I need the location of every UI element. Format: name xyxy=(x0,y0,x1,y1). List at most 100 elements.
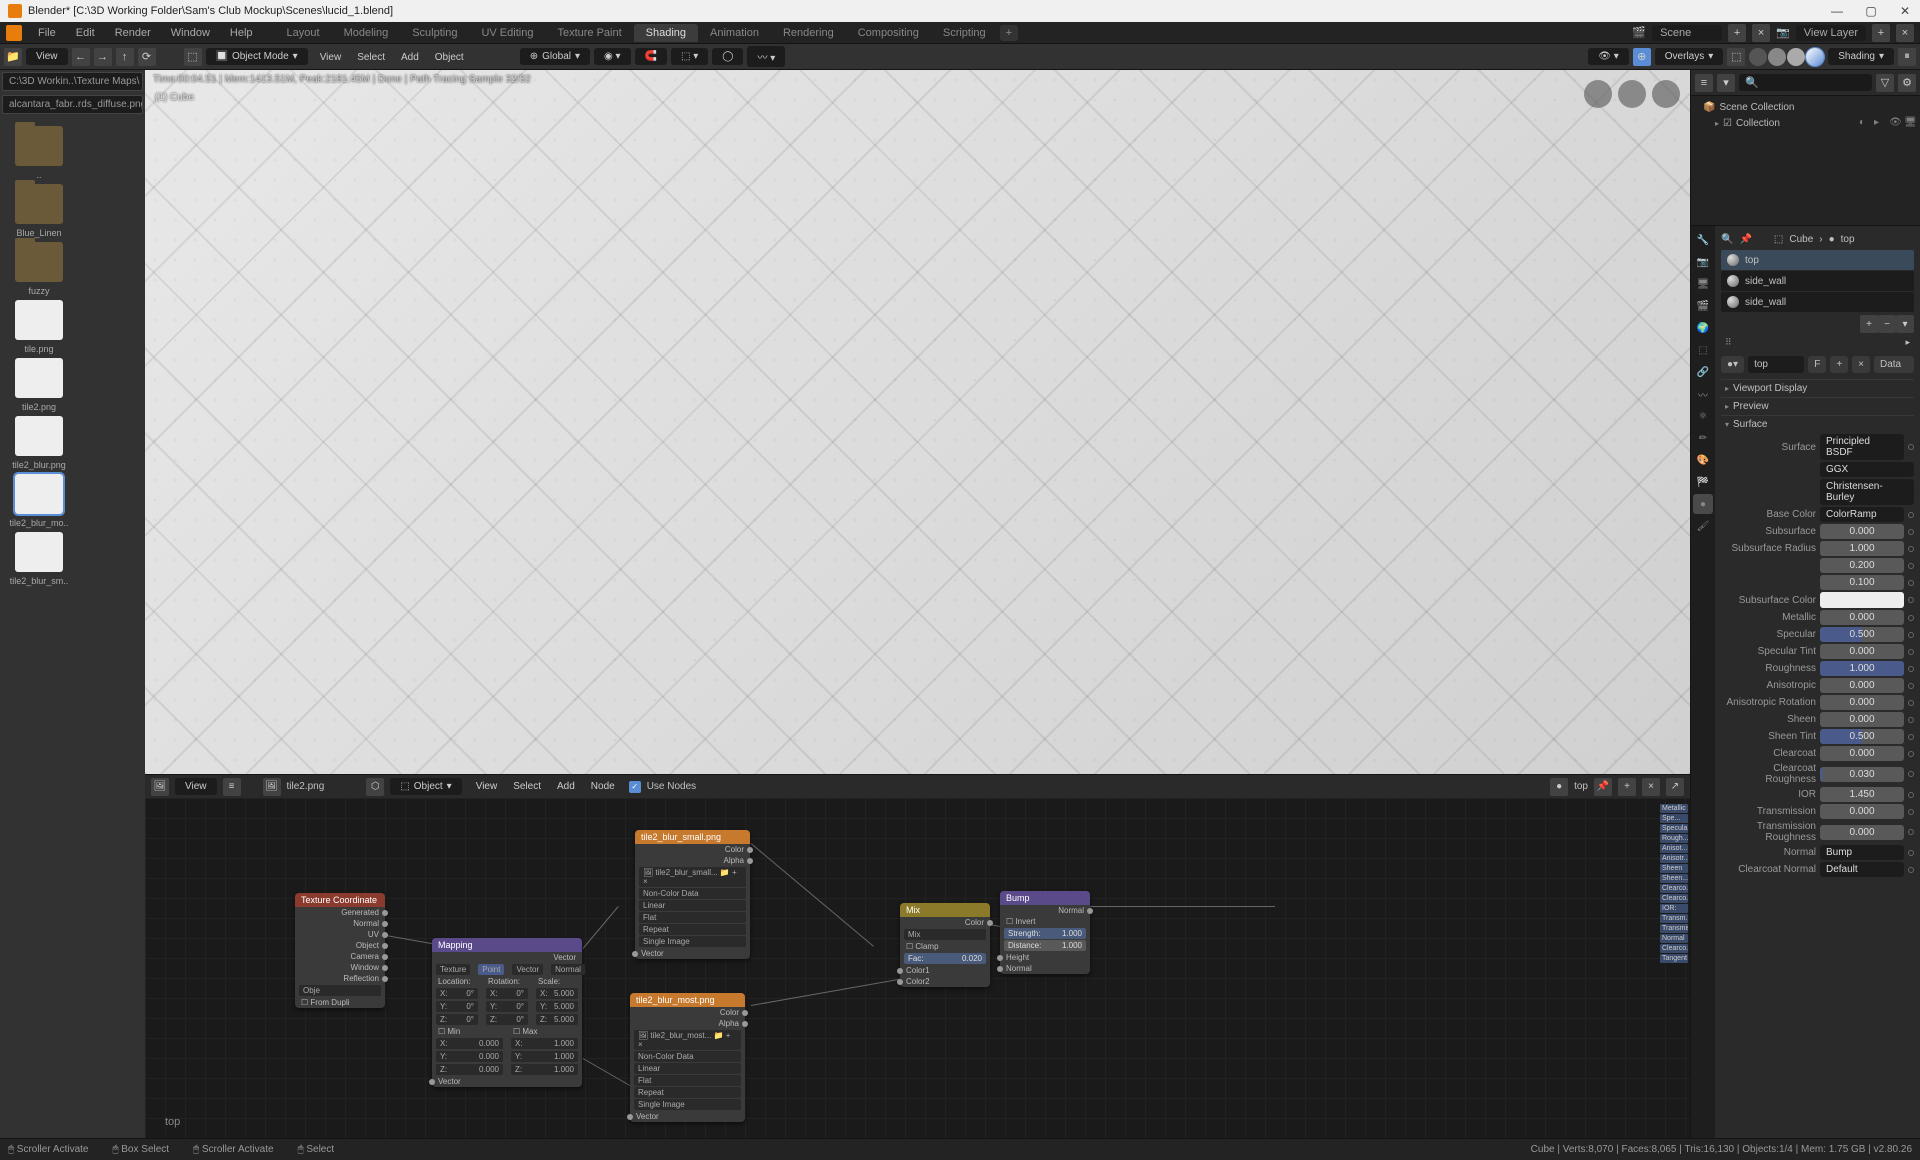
outliner[interactable]: 📦Scene Collection ▸☑Collection ◐ ▸ 👁 🖥 xyxy=(1691,96,1920,226)
nav-back-button[interactable]: ← xyxy=(72,48,90,66)
mat-name-field[interactable]: top xyxy=(1748,356,1804,373)
node-parent-button[interactable]: ↗ xyxy=(1666,778,1684,796)
file-item[interactable]: tile2_blur_mo.. xyxy=(6,474,72,528)
pause-render-button[interactable]: ⏸ xyxy=(1898,48,1916,66)
viewlayer-add-button[interactable]: + xyxy=(1872,24,1890,42)
3d-viewport[interactable]: Time:00:04.51 | Mem:1413.51M, Peak:2181.… xyxy=(145,70,1690,774)
prop-value[interactable]: 0.100 xyxy=(1820,575,1904,590)
zoom-gizmo-icon[interactable] xyxy=(1652,80,1680,108)
search-icon[interactable]: 🔍 xyxy=(1721,234,1733,245)
mat-menu-button[interactable]: ▾ xyxy=(1896,315,1914,333)
shader-type-button[interactable]: ● xyxy=(1550,778,1568,796)
visibility-dropdown[interactable]: 👁 ▾ xyxy=(1588,48,1629,65)
node-material-field[interactable]: top xyxy=(1574,781,1588,792)
pivot-dropdown[interactable]: ◉ ▾ xyxy=(594,48,631,65)
basecolor-dropdown[interactable]: ColorRamp xyxy=(1820,507,1904,522)
viewport-menu-object[interactable]: Object xyxy=(427,49,472,66)
proportional-toggle[interactable]: ◯ xyxy=(712,48,743,65)
prop-slider[interactable]: 0.000 xyxy=(1820,524,1904,539)
prop-tab-0[interactable]: 🔧 xyxy=(1693,230,1713,250)
node-object-dropdown[interactable]: ⬚ Object ▾ xyxy=(390,778,461,795)
file-path-2[interactable]: alcantara_fabr..rds_diffuse.png xyxy=(2,95,143,114)
node-menu-view[interactable]: View xyxy=(468,778,506,795)
file-item[interactable]: tile.png xyxy=(6,300,72,354)
scene-remove-button[interactable]: × xyxy=(1752,24,1770,42)
shading-solid-button[interactable] xyxy=(1768,48,1786,66)
snap-toggle[interactable]: 🧲 xyxy=(635,48,667,65)
prop-tab-3[interactable]: 🎬 xyxy=(1693,296,1713,316)
camera-gizmo-icon[interactable] xyxy=(1584,80,1612,108)
breadcrumb-cube[interactable]: Cube xyxy=(1789,234,1813,245)
distribution-dropdown[interactable]: GGX xyxy=(1820,462,1914,477)
prop-slider[interactable]: 0.000 xyxy=(1820,644,1904,659)
tab-animation[interactable]: Animation xyxy=(698,24,771,42)
prop-dropdown[interactable]: Default xyxy=(1820,862,1904,877)
prop-tab-9[interactable]: ✏ xyxy=(1693,428,1713,448)
minimize-button[interactable]: — xyxy=(1830,4,1844,18)
outliner-scene-collection[interactable]: 📦Scene Collection xyxy=(1695,100,1916,115)
add-workspace-button[interactable]: + xyxy=(1000,25,1018,41)
prop-slider[interactable]: 0.000 xyxy=(1820,804,1904,819)
prop-slider[interactable]: 0.000 xyxy=(1820,746,1904,761)
viewport-menu-view[interactable]: View xyxy=(312,49,350,66)
xray-toggle[interactable]: ⬚ xyxy=(1727,48,1745,66)
pan-gizmo-icon[interactable] xyxy=(1618,80,1646,108)
prop-slider[interactable]: 0.500 xyxy=(1820,729,1904,744)
panel-surface[interactable]: ▾Surface xyxy=(1721,415,1914,433)
file-item[interactable]: .. xyxy=(6,126,72,180)
file-item[interactable]: fuzzy xyxy=(6,242,72,296)
prop-value[interactable]: 0.200 xyxy=(1820,558,1904,573)
prop-tab-11[interactable]: 🏁 xyxy=(1693,472,1713,492)
snap-dropdown[interactable]: ⬚ ▾ xyxy=(671,48,708,65)
menu-file[interactable]: File xyxy=(28,25,66,41)
mat-expand-icon[interactable]: ▸ xyxy=(1905,337,1910,347)
prop-tab-12[interactable]: ● xyxy=(1693,494,1713,514)
tab-compositing[interactable]: Compositing xyxy=(846,24,931,42)
hide-icon[interactable]: 👁 xyxy=(1889,117,1901,129)
material-slot[interactable]: side_wall xyxy=(1721,271,1914,291)
shading-wireframe-button[interactable] xyxy=(1749,48,1767,66)
outliner-options-button[interactable]: ⚙ xyxy=(1898,74,1916,92)
viewlayer-remove-button[interactable]: × xyxy=(1896,24,1914,42)
mat-add-button[interactable]: + xyxy=(1860,315,1878,333)
nav-forward-button[interactable]: → xyxy=(94,48,112,66)
mat-new-button[interactable]: + xyxy=(1830,356,1848,373)
pin-button[interactable]: 📌 xyxy=(1594,778,1612,796)
node-menu-node[interactable]: Node xyxy=(583,778,623,795)
menu-window[interactable]: Window xyxy=(161,25,220,41)
image-name-field[interactable]: tile2.png xyxy=(287,781,325,792)
shading-options-dropdown[interactable]: Shading ▾ xyxy=(1828,48,1894,65)
menu-render[interactable]: Render xyxy=(105,25,161,41)
panel-preview[interactable]: ▸Preview xyxy=(1721,397,1914,415)
tab-modeling[interactable]: Modeling xyxy=(332,24,401,42)
prop-value[interactable]: 1.000 xyxy=(1820,541,1904,556)
node-add-button[interactable]: + xyxy=(1618,778,1636,796)
prop-slider[interactable]: 0.000 xyxy=(1820,825,1904,840)
image-editor-type-button[interactable]: 🖼 xyxy=(151,778,169,796)
editor-type-button[interactable]: 📁 xyxy=(4,48,22,66)
node-mapping[interactable]: Mapping Vector TexturePointVectorNormal … xyxy=(432,938,582,1087)
mat-unlink-button[interactable]: × xyxy=(1852,356,1870,373)
file-item[interactable]: tile2_blur_sm.. xyxy=(6,532,72,586)
node-remove-button[interactable]: × xyxy=(1642,778,1660,796)
mat-fake-user-button[interactable]: F xyxy=(1808,356,1826,373)
breadcrumb-material[interactable]: top xyxy=(1841,234,1855,245)
outliner-type-button[interactable]: ≡ xyxy=(1695,74,1713,92)
image-view-menu[interactable]: View xyxy=(175,778,217,795)
prop-tab-2[interactable]: 🖥 xyxy=(1693,274,1713,294)
prop-slider[interactable]: 0.000 xyxy=(1820,712,1904,727)
surface-shader-dropdown[interactable]: Principled BSDF xyxy=(1820,434,1904,460)
select-icon[interactable]: ▸ xyxy=(1874,117,1886,129)
mat-browse-button[interactable]: ●▾ xyxy=(1721,356,1744,373)
file-item[interactable]: Blue_Linen xyxy=(6,184,72,238)
file-item[interactable]: tile2_blur.png xyxy=(6,416,72,470)
node-editor-type-button[interactable]: ⬡ xyxy=(366,778,384,796)
viewport-menu-add[interactable]: Add xyxy=(393,49,427,66)
material-slot[interactable]: top xyxy=(1721,250,1914,270)
gizmo-toggle[interactable]: ⊕ xyxy=(1633,48,1651,66)
overlays-dropdown[interactable]: Overlays ▾ xyxy=(1655,48,1723,65)
scene-field[interactable]: Scene xyxy=(1652,25,1722,41)
prop-slider[interactable]: 0.000 xyxy=(1820,678,1904,693)
prop-tab-4[interactable]: 🌍 xyxy=(1693,318,1713,338)
prop-link-icon[interactable] xyxy=(1908,444,1914,450)
